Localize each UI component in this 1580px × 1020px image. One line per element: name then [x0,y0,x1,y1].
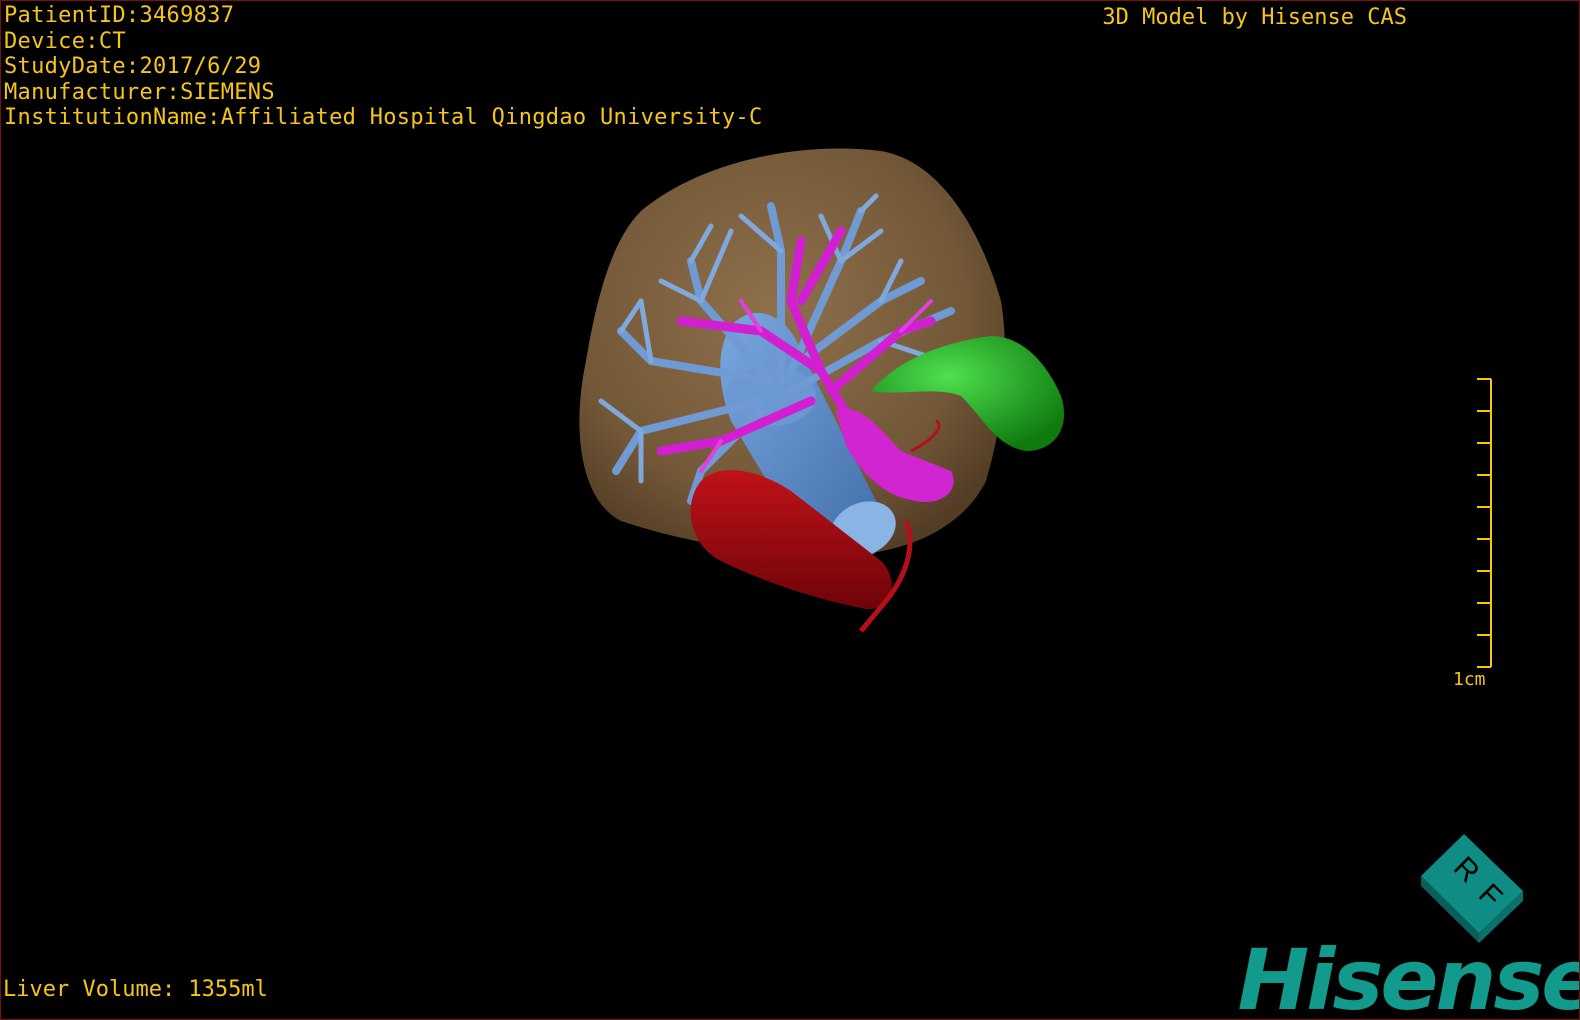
orientation-cube-icon[interactable]: R F [1421,834,1523,943]
scale-bar-label: 1cm [1453,669,1486,690]
liver-volume-text: Liver Volume: 1355ml [3,977,268,1002]
anatomy-render[interactable]: R F [1,1,1579,1019]
3d-viewport[interactable]: PatientID:3469837 Device:CT StudyDate:20… [0,0,1580,1020]
scale-ruler-icon [1477,378,1492,668]
hisense-logo: Hisense [1237,931,1580,1020]
